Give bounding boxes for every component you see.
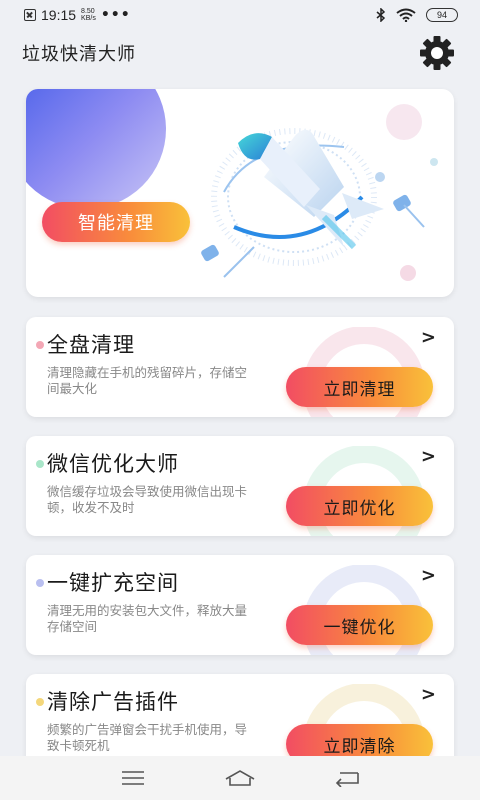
- full-disk-clean-card: 全盘清理 清理隐藏在手机的残留碎片，存储空间最大化 > 立即清理: [26, 317, 454, 417]
- menu-icon: [122, 771, 145, 785]
- chevron-right-icon[interactable]: >: [421, 565, 436, 586]
- no-sim-icon: [24, 9, 36, 21]
- gear-icon: [420, 36, 454, 70]
- hero-decoration-blob: [26, 89, 166, 209]
- card-description: 频繁的广告弹窗会干扰手机使用，导致卡顿死机: [47, 722, 248, 753]
- optimize-now-button[interactable]: 立即优化: [286, 486, 433, 526]
- nav-menu-button[interactable]: [113, 763, 153, 793]
- card-description: 清理无用的安装包大文件，释放大量存储空间: [47, 603, 248, 634]
- smart-clean-card: 智能清理: [26, 89, 454, 297]
- expand-space-card: 一键扩充空间 清理无用的安装包大文件，释放大量存储空间 > 一键优化: [26, 555, 454, 655]
- one-click-optimize-button[interactable]: 一键优化: [286, 605, 433, 645]
- nav-back-button[interactable]: [327, 763, 367, 793]
- system-navigation-bar: [0, 756, 480, 800]
- chevron-right-icon[interactable]: >: [421, 684, 436, 705]
- wifi-icon: [396, 8, 416, 22]
- card-accent-dot: [36, 460, 44, 468]
- clean-now-button[interactable]: 立即清理: [286, 367, 433, 407]
- nav-home-button[interactable]: [220, 763, 260, 793]
- card-description: 微信缓存垃圾会导致使用微信出现卡顿，收发不及时: [47, 484, 248, 515]
- battery-indicator: 94: [426, 8, 458, 22]
- home-icon: [225, 770, 255, 786]
- wechat-optimize-card: 微信优化大师 微信缓存垃圾会导致使用微信出现卡顿，收发不及时 > 立即优化: [26, 436, 454, 536]
- card-title: 一键扩充空间: [47, 571, 179, 595]
- network-speed-value: 8.50: [81, 8, 95, 15]
- back-icon: [335, 772, 359, 787]
- network-speed: 8.50 KB/s: [81, 8, 96, 22]
- app-title: 垃圾快清大师: [22, 44, 136, 65]
- card-title: 微信优化大师: [47, 452, 179, 476]
- smart-clean-button[interactable]: 智能清理: [42, 202, 190, 242]
- rocket-illustration-icon: [201, 104, 438, 281]
- chevron-right-icon[interactable]: >: [421, 327, 436, 348]
- card-accent-dot: [36, 579, 44, 587]
- status-bar: 19:15 8.50 KB/s ••• 94: [0, 0, 480, 30]
- clock: 19:15: [41, 7, 77, 23]
- bluetooth-icon: [376, 8, 386, 22]
- app-header: 垃圾快清大师: [0, 30, 480, 76]
- settings-button[interactable]: [416, 32, 458, 74]
- more-notifications-icon: •••: [100, 7, 131, 23]
- card-title: 清除广告插件: [47, 690, 179, 714]
- card-accent-dot: [36, 341, 44, 349]
- card-title: 全盘清理: [47, 333, 135, 357]
- card-accent-dot: [36, 698, 44, 706]
- card-description: 清理隐藏在手机的残留碎片，存储空间最大化: [47, 365, 248, 396]
- network-speed-unit: KB/s: [81, 15, 96, 22]
- chevron-right-icon[interactable]: >: [421, 446, 436, 467]
